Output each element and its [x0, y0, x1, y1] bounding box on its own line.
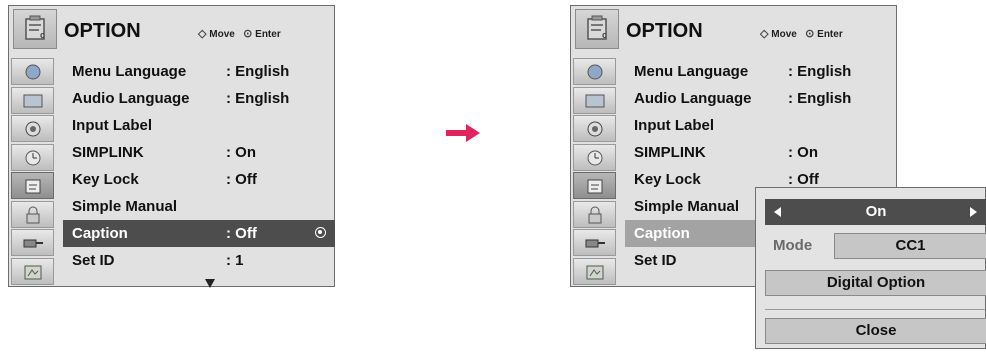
caption-value-selector[interactable]: On	[765, 199, 986, 225]
clock-icon[interactable]	[11, 143, 54, 171]
page-title: OPTION	[64, 20, 141, 42]
category-sidebar	[573, 58, 616, 286]
display-icon[interactable]	[11, 86, 54, 114]
menu-item-audio-language[interactable]: Audio Language : English	[63, 85, 335, 112]
clock-icon[interactable]	[573, 143, 616, 171]
option-category-icon: c	[575, 9, 619, 49]
menu-item-value: : 1	[226, 252, 244, 269]
menu-item-simplink[interactable]: SIMPLINK : On	[625, 139, 897, 166]
caption-value: On	[865, 203, 887, 220]
hint-move-label: Move	[209, 29, 235, 40]
picture-icon[interactable]	[573, 58, 616, 85]
navigation-hint: ◇ Move ⊙ Enter	[198, 27, 281, 40]
menu-item-label: Menu Language	[72, 63, 187, 80]
option-icon[interactable]	[573, 172, 616, 199]
panel-header: c OPTION ◇ Move ⊙ Enter	[9, 6, 334, 54]
menu-item-label: Caption	[72, 225, 128, 242]
lock-icon[interactable]	[11, 200, 54, 228]
menu-item-label: Input Label	[634, 117, 714, 134]
input-icon[interactable]	[573, 229, 616, 256]
option-menu-panel: c OPTION ◇ Move ⊙ Enter Menu Language: …	[8, 5, 335, 288]
hint-move-label: Move	[771, 29, 797, 40]
navigation-hint: ◇ Move ⊙ Enter	[760, 27, 843, 40]
menu-item-input-label[interactable]: Input Label	[625, 112, 897, 139]
mode-selector[interactable]: CC1	[834, 233, 986, 259]
menu-item-simple-manual[interactable]: Simple Manual	[63, 193, 335, 220]
menu-item-label: Key Lock	[72, 171, 139, 188]
menu-item-label: Audio Language	[72, 90, 190, 107]
menu-item-value: : Off	[226, 225, 257, 242]
display-icon[interactable]	[573, 86, 616, 114]
divider	[765, 309, 986, 310]
move-arrows-icon: ◇	[198, 28, 207, 40]
menu-item-label: Menu Language	[634, 63, 749, 80]
menu-item-set-id[interactable]: Set ID : 1	[63, 247, 335, 274]
page-title: OPTION	[626, 20, 703, 42]
scroll-down-icon[interactable]	[205, 279, 215, 288]
menu-item-menu-language[interactable]: Menu Language : English	[63, 58, 335, 85]
digital-option-button[interactable]: Digital Option	[765, 270, 986, 296]
menu-item-value: : English	[788, 63, 852, 80]
menu-item-input-label[interactable]: Input Label	[63, 112, 335, 139]
menu-item-caption[interactable]: Caption : Off	[63, 220, 335, 247]
menu-item-label: Audio Language	[634, 90, 752, 107]
enter-radio-icon	[315, 227, 326, 238]
menu-item-label: Caption	[634, 225, 690, 242]
arrow-right-icon[interactable]	[970, 207, 977, 217]
menu-item-label: SIMPLINK	[72, 144, 144, 161]
menu-item-label: SIMPLINK	[634, 144, 706, 161]
menu-item-label: Simple Manual	[634, 198, 740, 215]
menu-item-label: Key Lock	[634, 171, 701, 188]
enter-icon: ⊙	[243, 28, 253, 40]
menu-item-label: Set ID	[72, 252, 115, 269]
audio-icon[interactable]	[573, 115, 616, 142]
menu-item-value: : English	[788, 90, 852, 107]
enter-icon: ⊙	[805, 28, 815, 40]
menu-item-simplink[interactable]: SIMPLINK : On	[63, 139, 335, 166]
menu-item-audio-language[interactable]: Audio Language : English	[625, 85, 897, 112]
usb-icon[interactable]	[11, 257, 54, 285]
menu-item-value: : On	[226, 144, 256, 161]
hint-enter-label: Enter	[817, 29, 843, 40]
menu-item-value: : English	[226, 90, 290, 107]
audio-icon[interactable]	[11, 115, 54, 142]
menu-item-key-lock[interactable]: Key Lock : Off	[63, 166, 335, 193]
usb-icon[interactable]	[573, 257, 616, 285]
input-icon[interactable]	[11, 229, 54, 256]
menu-item-value: : On	[788, 144, 818, 161]
menu-item-label: Set ID	[634, 252, 677, 269]
menu-item-menu-language[interactable]: Menu Language : English	[625, 58, 897, 85]
menu-item-label: Input Label	[72, 117, 152, 134]
close-button[interactable]: Close	[765, 318, 986, 344]
option-menu-list: Menu Language : English Audio Language :…	[63, 58, 335, 286]
picture-icon[interactable]	[11, 58, 54, 85]
menu-item-value: : English	[226, 63, 290, 80]
svg-text:c: c	[40, 30, 45, 40]
caption-popup: On Mode CC1 Digital Option Close	[755, 187, 986, 349]
lock-icon[interactable]	[573, 200, 616, 228]
menu-item-label: Simple Manual	[72, 198, 178, 215]
svg-text:c: c	[602, 30, 607, 40]
option-icon[interactable]	[11, 172, 54, 199]
option-category-icon: c	[13, 9, 57, 49]
hint-enter-label: Enter	[255, 29, 281, 40]
menu-item-value: : Off	[226, 171, 257, 188]
arrow-right-icon	[446, 124, 480, 142]
move-arrows-icon: ◇	[760, 28, 769, 40]
mode-label: Mode	[773, 237, 813, 254]
panel-header: c OPTION ◇ Move ⊙ Enter	[571, 6, 896, 54]
category-sidebar	[11, 58, 54, 286]
